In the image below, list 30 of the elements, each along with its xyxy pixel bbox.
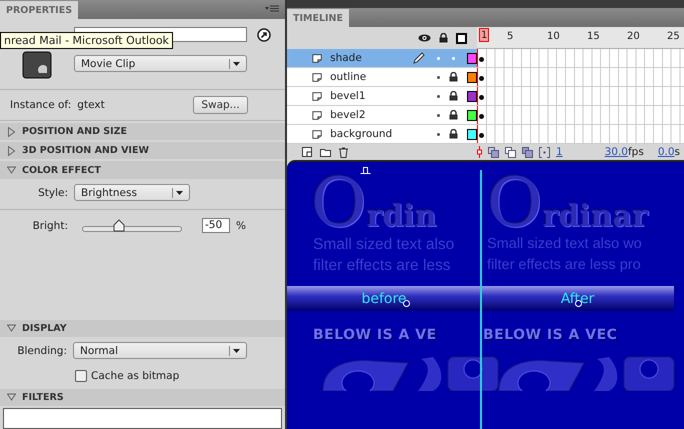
layer-name: outline [330, 71, 368, 83]
stage-text-line: filter effects are less [312, 256, 452, 276]
label-bar: before [287, 286, 481, 311]
cache-label: Cache as bitmap [91, 370, 180, 382]
instance-of-value: gtext [77, 99, 105, 112]
layer-name: shade [330, 52, 363, 64]
bright-label: Bright: [32, 220, 68, 232]
layer-name: bevel2 [330, 109, 367, 121]
stage-text-line: Small sized text also [312, 235, 456, 255]
style-label: Style: [37, 186, 68, 199]
blending-label: Blending: [16, 344, 67, 357]
frame-number: 5 [507, 31, 514, 42]
instance-of-label: Instance of: [10, 99, 72, 112]
tooltip: nread Mail - Microsoft Outlook [0, 32, 173, 49]
label-bar: After [481, 286, 674, 311]
frame-number: 25 [667, 31, 680, 42]
fps-unit-label: fps [628, 146, 644, 158]
stage-text-line: filter effects are less pro [486, 256, 642, 275]
layer-name: background [330, 128, 394, 140]
stage-heading-text: BELOW IS A VEC [482, 327, 618, 343]
time-unit-label: s [674, 146, 680, 158]
stage-heading-text: BELOW IS A VE [312, 327, 438, 343]
stage-text-line: Small sized text also wo [486, 235, 643, 254]
frame-number: 20 [627, 31, 640, 42]
beveled-title-text: Ordin [310, 174, 437, 234]
percent-label: % [236, 220, 246, 232]
layer-name: bevel1 [330, 90, 367, 102]
frame-number: 15 [587, 31, 600, 42]
beveled-title-text: Ordinar [486, 174, 650, 234]
frame-number: 10 [547, 31, 560, 42]
